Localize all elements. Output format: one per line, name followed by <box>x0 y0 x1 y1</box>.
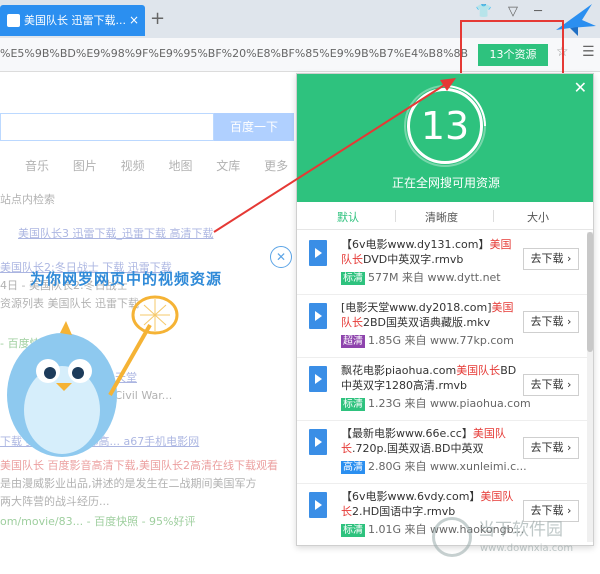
bg-search-button[interactable]: 百度一下 <box>214 113 294 141</box>
sort-tab-clarity[interactable]: 清晰度 <box>425 209 458 225</box>
quality-badge: 标清 <box>341 272 365 285</box>
url-field[interactable]: %E5%9B%BD%E9%98%9F%E9%95%BF%20%E8%BF%85%… <box>0 47 470 60</box>
download-button[interactable]: 去下载 › <box>523 248 579 270</box>
panel-header: ✕ 13 正在全网搜可用资源 <box>297 74 593 202</box>
sort-tab-size[interactable]: 大小 <box>527 209 549 225</box>
bg-search-input[interactable] <box>0 113 214 141</box>
quality-badge: 超清 <box>341 335 365 348</box>
list-item: 飘花电影piaohua.com美国队长BD中英双字1280高清.rmvb 标清 1… <box>297 358 587 421</box>
video-file-icon <box>309 492 327 518</box>
item-title: [电影天堂www.dy2018.com]美国队长2BD国英双语典藏版.mkv <box>341 301 514 329</box>
bg-line: om/movie/83... - 百度快照 - 95%好评 <box>0 515 196 528</box>
quality-badge: 标清 <box>341 398 365 411</box>
video-file-icon <box>309 429 327 455</box>
resource-panel: ✕ 13 正在全网搜可用资源 默认 清晰度 大小 【6v电影www.dy131.… <box>296 73 594 546</box>
bg-link[interactable]: 美国队长3 迅雷下载_迅雷下载 高清下载 <box>18 225 214 241</box>
resource-count: 13 <box>407 88 483 164</box>
bg-line: 是由漫威影业出品,讲述的是发生在二战期间美国军方 <box>0 477 257 490</box>
tab-title: 美国队长 迅雷下载... <box>24 14 126 27</box>
download-button[interactable]: 去下载 › <box>523 437 579 459</box>
divider <box>493 210 494 222</box>
divider <box>395 210 396 222</box>
tab-favicon-icon <box>7 14 20 27</box>
quality-badge: 高清 <box>341 461 365 474</box>
download-button[interactable]: 去下载 › <box>523 311 579 333</box>
item-title: 飘花电影piaohua.com美国队长BD中英双字1280高清.rmvb <box>341 364 517 392</box>
menu-icon[interactable]: ☰ <box>582 44 595 60</box>
item-meta: 高清 2.80G 来自 www.xunleimi.c... <box>341 460 527 474</box>
video-file-icon <box>309 240 327 266</box>
new-tab-button[interactable]: + <box>150 8 165 29</box>
item-meta: 超清 1.85G 来自 www.77kp.com <box>341 334 514 348</box>
sort-tabs: 默认 清晰度 大小 <box>297 202 593 230</box>
browser-tab[interactable]: 美国队长 迅雷下载... × <box>0 5 145 36</box>
list-item: 【6v电影www.dy131.com】美国队长DVD中英双字.rmvb 标清 57… <box>297 232 587 295</box>
tab-close-icon[interactable]: × <box>129 5 139 36</box>
item-title: 【最新电影www.66e.cc】美国队长.720p.国英双语.BD中英双字.mk… <box>341 427 506 455</box>
item-title: 【6v电影www.dy131.com】美国队长DVD中英双字.rmvb <box>341 238 512 266</box>
window-controls[interactable]: 👕 ▽ ─ <box>476 4 548 19</box>
bg-nav: 音乐 图片 视频 地图 文库 更多 <box>25 159 289 173</box>
quality-badge: 标清 <box>341 524 365 537</box>
search-status: 正在全网搜可用资源 <box>391 176 500 190</box>
list-item: [电影天堂www.dy2018.com]美国队长2BD国英双语典藏版.mkv 超… <box>297 295 587 358</box>
watermark-url: www.downxia.com <box>480 543 574 554</box>
item-meta: 标清 1.23G 来自 www.piaohua.com <box>341 397 531 411</box>
list-item: 【最新电影www.66e.cc】美国队长.720p.国英双语.BD中英双字.mk… <box>297 421 587 484</box>
watermark-logo-icon <box>432 517 472 557</box>
watermark-name: 当下软件园 <box>478 520 563 540</box>
resource-list: 【6v电影www.dy131.com】美国队长DVD中英双字.rmvb 标清 57… <box>297 232 587 545</box>
bg-line: 两大阵营的战斗经历... <box>0 495 110 508</box>
scrollbar[interactable] <box>587 232 593 542</box>
item-meta: 标清 577M 来自 www.dytt.net <box>341 271 501 285</box>
bg-line: 站点内检索 <box>0 193 55 206</box>
scroll-thumb[interactable] <box>587 232 593 352</box>
download-button[interactable]: 去下载 › <box>523 374 579 396</box>
panel-close-icon[interactable]: ✕ <box>574 78 587 97</box>
sort-tab-default[interactable]: 默认 <box>337 209 359 225</box>
watermark: 当下软件园 www.downxia.com <box>432 515 592 565</box>
bird-mascot-icon <box>7 295 179 457</box>
promo-close-button[interactable]: ✕ <box>270 246 292 268</box>
video-file-icon <box>309 303 327 329</box>
video-file-icon <box>309 366 327 392</box>
